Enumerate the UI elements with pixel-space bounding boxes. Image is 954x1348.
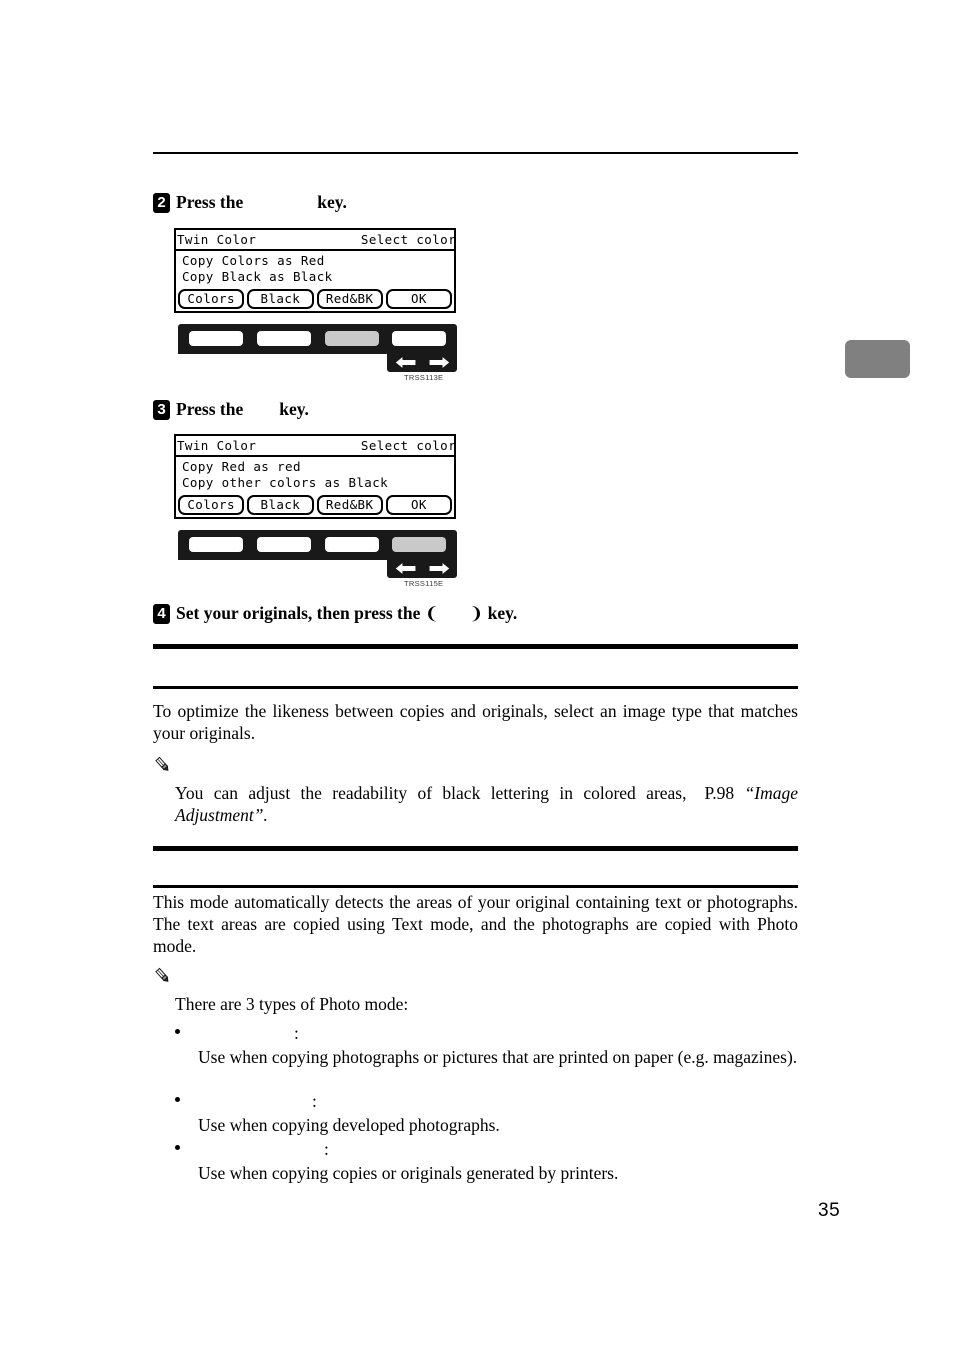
lcd-2-title-right: Select color	[360, 438, 454, 453]
section-1-heading-rule-bottom	[153, 686, 798, 689]
pencil-note-icon-2	[155, 967, 169, 982]
step-3: 3 Press the key.	[153, 399, 813, 420]
keypad-illustration-2: TRSS115E	[178, 530, 457, 588]
step-4-instruction: Set your originals, then press the ❨ ❩ ke…	[176, 603, 517, 625]
step-4-text-after: key.	[487, 603, 518, 623]
keypad-2-right-arrow-icon[interactable]	[425, 560, 453, 577]
step-2-number-badge: 2	[153, 193, 170, 213]
lcd-2-button-ok[interactable]: OK	[385, 495, 452, 515]
lcd-2-button-colors[interactable]: Colors	[178, 495, 245, 515]
step-2-text-before: Press the	[176, 192, 244, 212]
lcd-2-title-left: Twin Color	[177, 438, 257, 453]
manual-page: 2 Press the key. Twin Color Select color …	[0, 0, 954, 1348]
photo-mode-bullet-2-term: :	[198, 1090, 317, 1112]
lcd-1-button-black[interactable]: Black	[247, 289, 314, 309]
photo-mode-bullet-2-description: Use when copying developed photographs.	[198, 1115, 500, 1135]
keypad-1-caption: TRSS113E	[404, 373, 444, 382]
section-2-heading-rule-top	[153, 846, 798, 851]
keypad-2-key-1[interactable]	[189, 537, 243, 552]
keypad-1-left-arrow-icon[interactable]	[392, 354, 420, 371]
lcd-1-button-red-and-bk[interactable]: Red&BK	[316, 289, 383, 309]
step-3-text-before: Press the	[176, 399, 244, 419]
keypad-2-key-4-selected[interactable]	[392, 537, 446, 552]
step-4: 4 Set your originals, then press the ❨ ❩ …	[153, 603, 813, 625]
keypad-1-key-3-selected[interactable]	[325, 331, 379, 346]
step-2-instruction: Press the key.	[176, 192, 347, 213]
lcd-1-button-row: Colors Black Red&BK OK	[176, 288, 454, 311]
section-1-note-ref-page: P.98	[704, 783, 735, 803]
lcd-1-line-1: Copy Colors as Red	[182, 253, 325, 268]
page-number: 35	[818, 1200, 841, 1221]
photo-mode-bullet-1-description: Use when copying photographs or pictures…	[198, 1047, 798, 1067]
step-2-text-after: key.	[317, 192, 347, 212]
keypad-2-caption: TRSS115E	[404, 579, 444, 588]
step-4-bracket-close: ❩	[469, 604, 484, 624]
bullet-marker	[175, 1029, 180, 1034]
keypad-1-key-2[interactable]	[257, 331, 311, 346]
photo-mode-bullet-3-description: Use when copying copies or originals gen…	[198, 1163, 619, 1183]
keypad-2-left-arrow-icon[interactable]	[392, 560, 420, 577]
lcd-1-body: Copy Colors as Red Copy Black as Black	[176, 251, 454, 288]
step-3-text-after: key.	[279, 399, 309, 419]
keypad-1-right-arrow-icon[interactable]	[425, 354, 453, 371]
photo-mode-bullet-3-colon: :	[324, 1139, 329, 1159]
section-2-heading-rule-bottom	[153, 885, 798, 888]
keypad-illustration-1: TRSS113E	[178, 324, 457, 382]
lcd-2-title-bar: Twin Color Select color	[176, 436, 454, 457]
keypad-1-key-4[interactable]	[392, 331, 446, 346]
section-1-note-before: You can adjust the readability of black …	[175, 783, 687, 803]
lcd-2-line-2: Copy other colors as Black	[182, 475, 389, 490]
lcd-2-button-black[interactable]: Black	[247, 495, 314, 515]
keypad-1-key-1[interactable]	[189, 331, 243, 346]
keypad-2-graphic: TRSS115E	[178, 530, 457, 588]
lcd-1-line-2: Copy Black as Black	[182, 269, 333, 284]
step-2: 2 Press the key.	[153, 192, 813, 213]
bullet-marker	[175, 1097, 180, 1102]
section-1-note-text: You can adjust the readability of black …	[175, 782, 798, 826]
lcd-1-title-right: Select color	[360, 232, 454, 247]
lcd-screen-1: Twin Color Select color Copy Colors as R…	[174, 228, 456, 313]
top-divider-rule	[153, 152, 798, 154]
lcd-1-button-ok[interactable]: OK	[385, 289, 452, 309]
section-1-paragraph: To optimize the likeness between copies …	[153, 701, 798, 743]
photo-mode-bullet-1-term: :	[198, 1022, 299, 1044]
step-4-bracket-open: ❨	[424, 604, 439, 624]
photo-mode-bullet-3-term: :	[198, 1138, 329, 1160]
keypad-2-key-2[interactable]	[257, 537, 311, 552]
step-4-text-before: Set your originals, then press the	[176, 603, 421, 623]
step-3-number-badge: 3	[153, 400, 170, 420]
section-1-heading-rule-top	[153, 644, 798, 649]
lcd-1-title-left: Twin Color	[177, 232, 257, 247]
lcd-2-body: Copy Red as red Copy other colors as Bla…	[176, 457, 454, 494]
lcd-2-line-1: Copy Red as red	[182, 459, 301, 474]
lcd-1-button-colors[interactable]: Colors	[178, 289, 245, 309]
step-4-number-badge: 4	[153, 604, 170, 624]
keypad-2-key-3[interactable]	[325, 537, 379, 552]
photo-mode-bullet-2-colon: :	[312, 1091, 317, 1111]
bullet-marker	[175, 1145, 180, 1150]
photo-mode-bullet-1-colon: :	[294, 1023, 299, 1043]
photo-mode-bullet-3: : Use when copying copies or originals g…	[175, 1138, 798, 1186]
lcd-2-button-red-and-bk[interactable]: Red&BK	[316, 495, 383, 515]
chapter-tab-marker	[845, 340, 910, 378]
photo-mode-bullet-2: : Use when copying developed photographs…	[175, 1090, 798, 1138]
step-3-instruction: Press the key.	[176, 399, 309, 420]
lcd-1-title-bar: Twin Color Select color	[176, 230, 454, 251]
section-2-note-intro: There are 3 types of Photo mode:	[175, 994, 409, 1014]
section-2-paragraph: This mode automatically detects the area…	[153, 892, 798, 956]
keypad-1-graphic: TRSS113E	[178, 324, 457, 382]
lcd-screen-2: Twin Color Select color Copy Red as red …	[174, 434, 456, 519]
lcd-2-button-row: Colors Black Red&BK OK	[176, 494, 454, 517]
pencil-note-icon-1	[155, 756, 169, 771]
photo-mode-bullet-1: : Use when copying photographs or pictur…	[175, 1022, 798, 1092]
